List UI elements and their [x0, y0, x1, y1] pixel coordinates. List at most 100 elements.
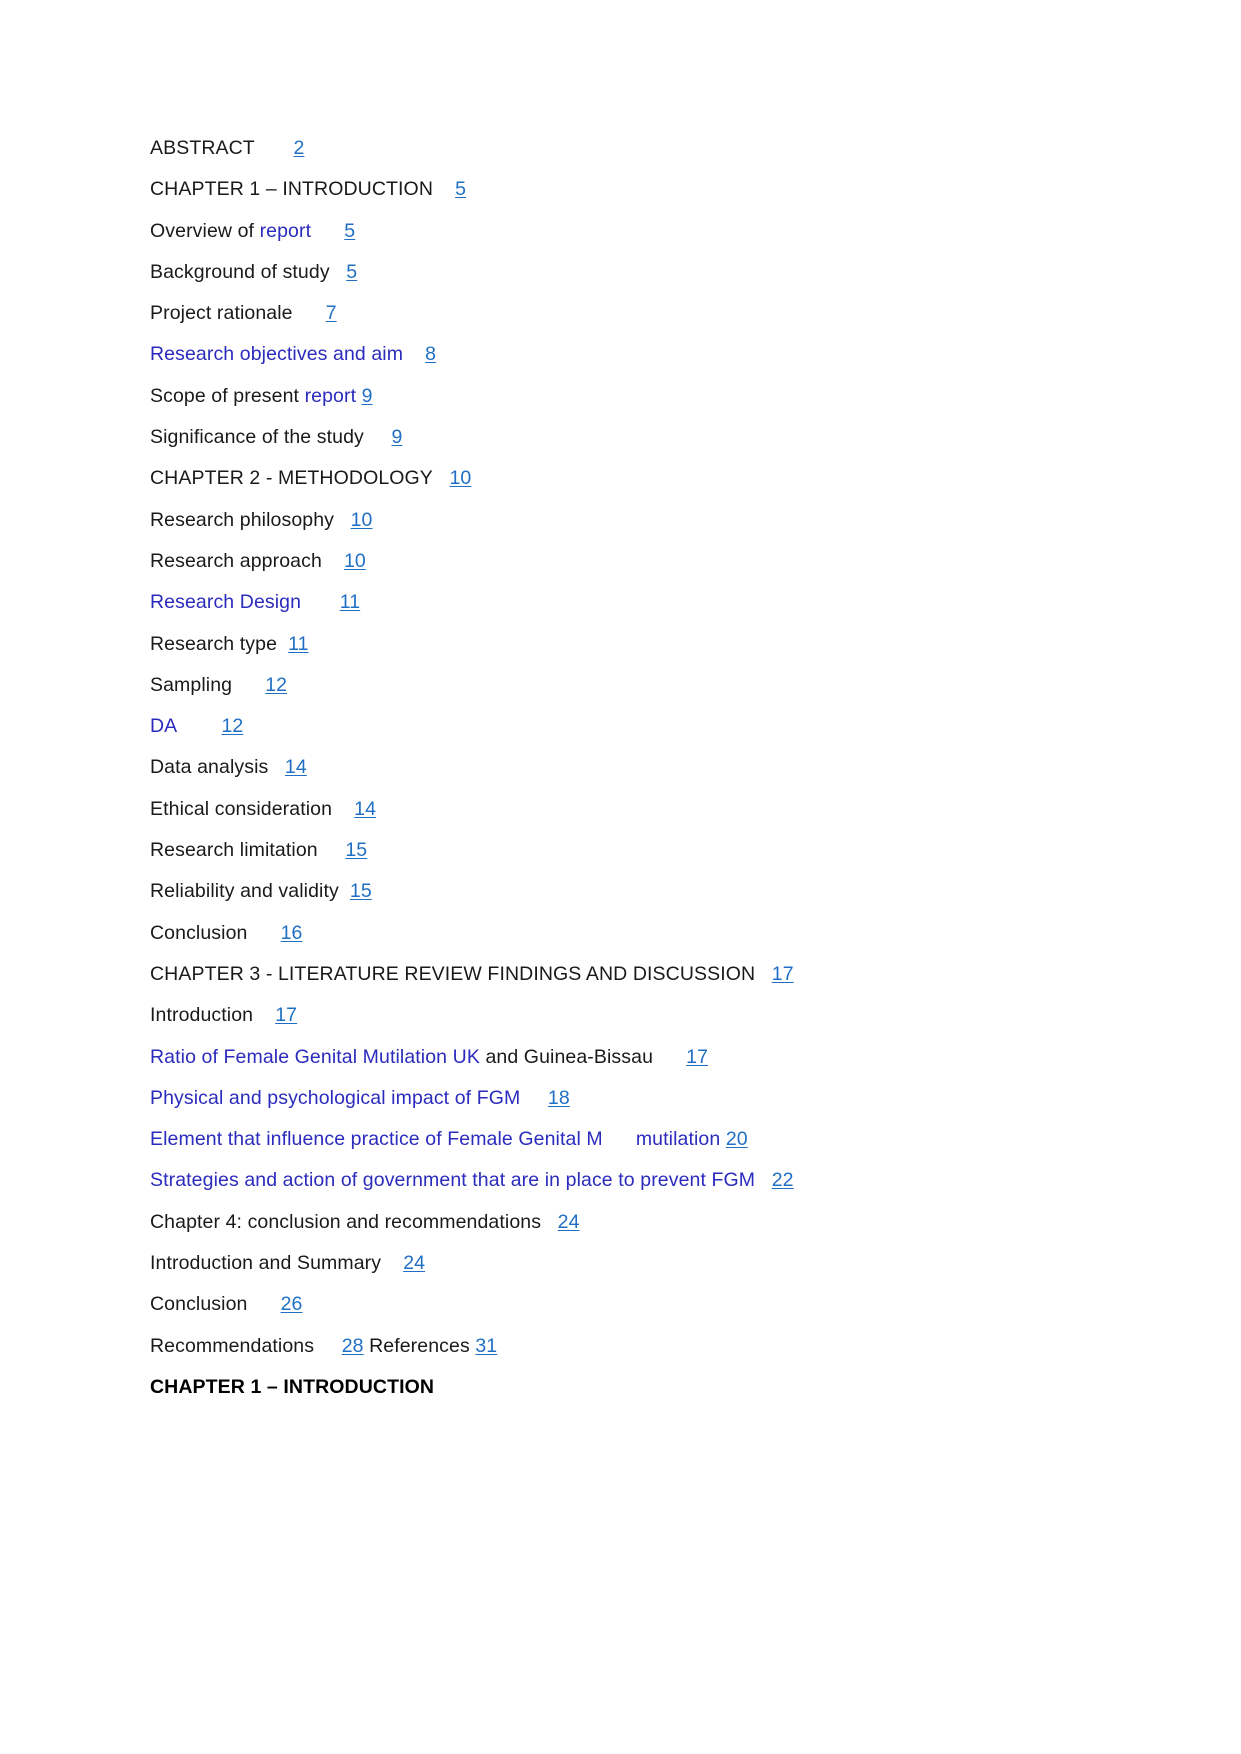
toc-entry-scope-of-present-report[interactable]: Scope of present report 9 — [150, 376, 1091, 417]
toc-entry-chapter-3-literature-review[interactable]: CHAPTER 3 - LITERATURE REVIEW FINDINGS A… — [150, 954, 1091, 995]
toc-page-number[interactable]: 11 — [340, 591, 360, 613]
table-of-contents: ABSTRACT 2 CHAPTER 1 – INTRODUCTION 5 Over… — [150, 128, 1091, 1367]
toc-entry-recommendations-references[interactable]: Recommendations 28 References 31 — [150, 1326, 1091, 1367]
toc-entry-reliability-and-validity[interactable]: Reliability and validity 15 — [150, 871, 1091, 912]
toc-page-number[interactable]: 16 — [281, 922, 303, 944]
tab-spacer — [755, 1160, 772, 1201]
toc-page-number[interactable]: 15 — [350, 880, 372, 902]
toc-entry-project-rationale[interactable]: Project rationale 7 — [150, 293, 1091, 334]
tab-spacer — [334, 500, 351, 541]
toc-entry-conclusion-ch2[interactable]: Conclusion 16 — [150, 913, 1091, 954]
tab-spacer — [301, 582, 340, 623]
toc-entry-significance-of-the-study[interactable]: Significance of the study 9 — [150, 417, 1091, 458]
toc-entry-label: and Guinea-Bissau — [479, 1045, 654, 1068]
toc-entry-introduction-ch3[interactable]: Introduction 17 — [150, 995, 1091, 1036]
toc-entry-label: CHAPTER 2 - METHODOLOGY — [150, 467, 433, 490]
toc-page-number[interactable]: 12 — [221, 715, 243, 737]
toc-entry-abstract[interactable]: ABSTRACT 2 — [150, 128, 1091, 169]
toc-entry-da[interactable]: DA 12 — [150, 706, 1091, 747]
toc-entry-background-of-study[interactable]: Background of study 5 — [150, 252, 1091, 293]
toc-entry-label: DA — [150, 715, 178, 738]
toc-entry-label: Research Design — [150, 591, 302, 614]
toc-page-number[interactable]: 18 — [548, 1087, 570, 1109]
toc-page-number[interactable]: 14 — [285, 756, 307, 778]
toc-page-number[interactable]: 28 — [342, 1335, 364, 1357]
tab-spacer — [293, 293, 326, 334]
toc-page-number[interactable]: 17 — [275, 1004, 297, 1026]
toc-entry-label: Chapter 4: conclusion and recommendation… — [150, 1210, 542, 1233]
toc-entry-sampling[interactable]: Sampling 12 — [150, 665, 1091, 706]
toc-page-number[interactable]: 20 — [726, 1128, 748, 1150]
toc-page-number[interactable]: 5 — [346, 261, 357, 283]
toc-page-number[interactable]: 17 — [686, 1046, 708, 1068]
toc-entry-chapter-2-methodology[interactable]: CHAPTER 2 - METHODOLOGY 10 — [150, 458, 1091, 499]
toc-entry-label: Conclusion — [150, 1293, 248, 1316]
tab-spacer — [653, 1037, 686, 1078]
toc-entry-research-approach[interactable]: Research approach 10 — [150, 541, 1091, 582]
toc-entry-element-that-influence-practice[interactable]: Element that influence practice of Femal… — [150, 1119, 1091, 1160]
chapter-1-heading: CHAPTER 1 – INTRODUCTION — [150, 1375, 435, 1398]
toc-page-number[interactable]: 5 — [455, 178, 466, 200]
toc-page-number[interactable]: 26 — [281, 1293, 303, 1315]
toc-page-number[interactable]: 12 — [265, 674, 287, 696]
toc-entry-label: Research type — [150, 632, 278, 655]
tab-spacer — [314, 1326, 342, 1367]
toc-entry-label: Research philosophy — [150, 508, 335, 531]
toc-page-number[interactable]: 9 — [391, 426, 402, 448]
toc-entry-research-objectives-and-aim[interactable]: Research objectives and aim 8 — [150, 334, 1091, 375]
toc-page-number[interactable]: 22 — [772, 1169, 794, 1191]
document-page: ABSTRACT 2 CHAPTER 1 – INTRODUCTION 5 Over… — [0, 0, 1241, 1754]
toc-entry-label: Sampling — [150, 673, 233, 696]
toc-page-number[interactable]: 17 — [772, 963, 794, 985]
toc-entry-label: Research approach — [150, 549, 322, 572]
toc-entry-research-philosophy[interactable]: Research philosophy 10 — [150, 500, 1091, 541]
tab-spacer — [403, 334, 425, 375]
tab-spacer — [177, 706, 221, 747]
toc-page-number[interactable]: 10 — [344, 550, 366, 572]
toc-entry-label: Data analysis — [150, 756, 269, 779]
toc-entry-introduction-and-summary[interactable]: Introduction and Summary 24 — [150, 1243, 1091, 1284]
toc-page-number[interactable]: 15 — [345, 839, 367, 861]
toc-page-number[interactable]: 14 — [354, 798, 376, 820]
tab-spacer — [318, 830, 346, 871]
toc-entry-label: Strategies and action of government that… — [150, 1169, 756, 1192]
toc-page-number[interactable]: 11 — [288, 633, 308, 655]
toc-entry-label: Introduction — [150, 1004, 254, 1027]
toc-entry-label: mutilation — [602, 1128, 726, 1151]
toc-entry-label: Background of study — [150, 260, 330, 283]
toc-entry-ethical-consideration[interactable]: Ethical consideration 14 — [150, 789, 1091, 830]
toc-entry-label: Introduction and Summary — [150, 1252, 382, 1275]
toc-entry-research-type[interactable]: Research type 11 — [150, 624, 1091, 665]
toc-page-number[interactable]: 10 — [449, 467, 471, 489]
tab-spacer — [253, 995, 275, 1036]
toc-page-number[interactable]: 31 — [475, 1335, 497, 1357]
toc-entry-label: Ratio of Female Genital Mutilation UK — [150, 1045, 480, 1068]
toc-entry-ratio-of-fgm-uk-guinea-bissau[interactable]: Ratio of Female Genital Mutilation UK an… — [150, 1037, 1091, 1078]
toc-entry-strategies-and-action-of-government[interactable]: Strategies and action of government that… — [150, 1160, 1091, 1201]
toc-page-number[interactable]: 24 — [403, 1252, 425, 1274]
toc-page-number[interactable]: 24 — [558, 1211, 580, 1233]
toc-entry-chapter-4-conclusion-recommendations[interactable]: Chapter 4: conclusion and recommendation… — [150, 1202, 1091, 1243]
toc-entry-label: Physical and psychological impact of FGM — [150, 1086, 521, 1109]
toc-entry-research-design[interactable]: Research Design 11 — [150, 582, 1091, 623]
tab-spacer — [433, 458, 450, 499]
toc-entry-label: CHAPTER 1 – INTRODUCTION — [150, 178, 434, 201]
toc-entry-overview-of-report[interactable]: Overview of report 5 — [150, 211, 1091, 252]
toc-entry-label: ABSTRACT — [150, 137, 255, 159]
toc-page-number[interactable]: 5 — [344, 220, 355, 242]
tab-spacer — [755, 954, 772, 995]
toc-page-number[interactable]: 2 — [293, 137, 304, 159]
toc-entry-label: References — [363, 1334, 476, 1357]
toc-entry-label: Scope of present — [150, 384, 305, 407]
toc-entry-physical-and-psychological-impact[interactable]: Physical and psychological impact of FGM… — [150, 1078, 1091, 1119]
toc-entry-label: Conclusion — [150, 921, 248, 944]
toc-entry-conclusion-ch4[interactable]: Conclusion 26 — [150, 1284, 1091, 1325]
toc-page-number[interactable]: 9 — [362, 385, 373, 407]
toc-entry-data-analysis[interactable]: Data analysis 14 — [150, 747, 1091, 788]
toc-entry-research-limitation[interactable]: Research limitation 15 — [150, 830, 1091, 871]
toc-page-number[interactable]: 10 — [351, 509, 373, 531]
toc-page-number[interactable]: 7 — [326, 302, 337, 324]
toc-entry-chapter-1-introduction[interactable]: CHAPTER 1 – INTRODUCTION 5 — [150, 169, 1091, 210]
toc-page-number[interactable]: 8 — [425, 343, 436, 365]
tab-spacer — [268, 747, 285, 788]
